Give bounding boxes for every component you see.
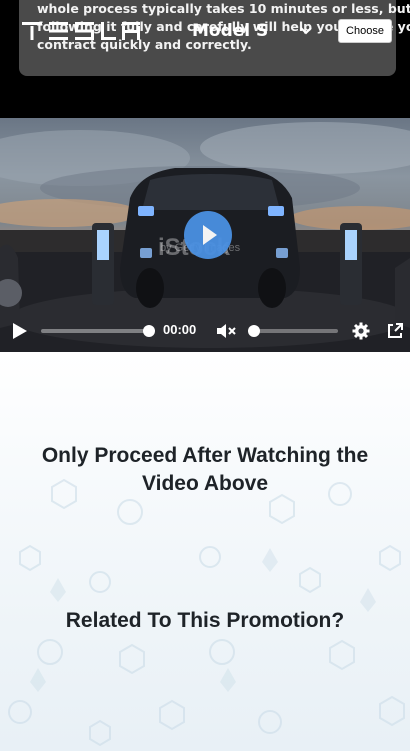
content-section: Only Proceed After Watching the Video Ab… — [0, 352, 410, 751]
watch-video-heading: Only Proceed After Watching the Video Ab… — [41, 444, 369, 495]
time-display: 00:00 — [163, 322, 197, 337]
volume-bar[interactable] — [254, 329, 338, 333]
model-select-value: Model S — [192, 21, 269, 41]
popout-icon[interactable] — [386, 322, 404, 340]
choose-button[interactable]: Choose — [338, 19, 392, 43]
play-icon — [203, 225, 217, 245]
chevron-down-icon — [300, 27, 312, 35]
control-play-icon[interactable] — [12, 322, 28, 340]
mute-icon[interactable] — [216, 322, 236, 340]
related-promotion-heading: Related To This Promotion? — [65, 609, 345, 632]
volume-knob[interactable] — [248, 325, 260, 337]
tesla-logo[interactable] — [22, 22, 140, 40]
video-player[interactable]: iStock by Getty Images 00:00 — [0, 118, 410, 352]
header-bar: Model S Choose — [0, 14, 410, 48]
progress-bar[interactable] — [41, 329, 149, 333]
model-select[interactable]: Model S — [192, 18, 312, 44]
video-controls: 00:00 — [0, 312, 410, 352]
top-banner: whole process typically takes 10 minutes… — [0, 0, 410, 118]
crypto-pattern-background — [8, 478, 405, 747]
progress-knob[interactable] — [143, 325, 155, 337]
settings-gear-icon[interactable] — [352, 322, 370, 340]
big-play-button[interactable] — [184, 211, 232, 259]
